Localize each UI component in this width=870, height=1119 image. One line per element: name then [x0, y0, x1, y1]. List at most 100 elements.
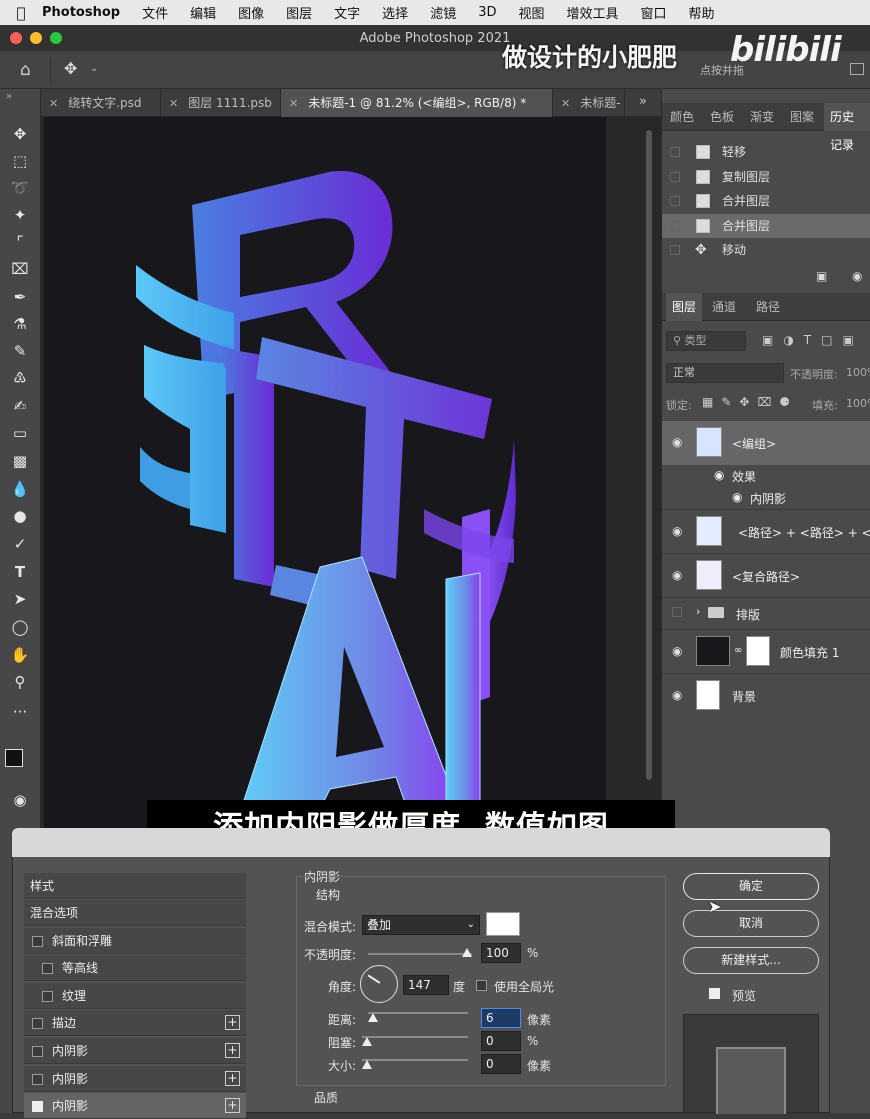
stamp-icon[interactable]: ♳ [8, 367, 32, 389]
menu-layer[interactable]: 图层 [286, 3, 312, 22]
history-item[interactable]: 轻移 [662, 140, 870, 164]
dodge-icon[interactable]: ● [8, 505, 32, 527]
layer-row-group[interactable]: ◉ <编组> [662, 421, 870, 465]
tab-document-active[interactable]: ✕ 未标题-1 @ 81.2% (<编组>, RGB/8) * [281, 89, 553, 117]
checkbox[interactable] [32, 1018, 43, 1029]
blend-mode-select[interactable]: 叠加 ⌄ [362, 915, 480, 935]
style-list-bevel-emboss[interactable]: 斜面和浮雕 [24, 928, 246, 954]
checkbox[interactable] [32, 1046, 43, 1057]
blur-icon[interactable]: 💧 [8, 478, 32, 500]
eyedropper-icon[interactable]: ✒ [8, 286, 32, 308]
checkbox-checked[interactable] [32, 1101, 43, 1112]
angle-dial[interactable] [360, 965, 398, 1003]
distance-field[interactable]: 6 [481, 1008, 521, 1028]
opacity-slider-knob[interactable] [462, 948, 472, 957]
new-snapshot-icon[interactable]: ▣ [816, 269, 827, 283]
lasso-icon[interactable]: ➰ [8, 177, 32, 199]
eye-icon[interactable]: ◉ [672, 644, 686, 658]
gradient-icon[interactable]: ▩ [8, 450, 32, 472]
healing-brush-icon[interactable]: ⚗ [8, 313, 32, 335]
menu-select[interactable]: 选择 [382, 3, 408, 22]
cancel-button[interactable]: 取消 [683, 910, 819, 937]
marquee-icon[interactable]: ⬚ [8, 150, 32, 172]
tab-history[interactable]: 历史记录 [824, 103, 870, 152]
style-list-inner-shadow[interactable]: 内阴影 + [24, 1038, 246, 1064]
choke-slider-knob[interactable] [362, 1037, 372, 1046]
style-list-inner-shadow[interactable]: 内阴影 + [24, 1066, 246, 1092]
tab-swatches[interactable]: 色板 [710, 103, 734, 131]
add-effect-icon[interactable]: + [225, 1015, 240, 1030]
menu-file[interactable]: 文件 [142, 3, 168, 22]
blend-mode-select[interactable]: 正常 [666, 363, 784, 383]
eye-icon[interactable]: ◉ [672, 688, 686, 702]
more-tools-icon[interactable]: ··· [8, 701, 32, 723]
layer-effect-inner-shadow[interactable]: ◉ 内阴影 [662, 487, 870, 509]
brush-icon[interactable]: ✎ [8, 340, 32, 362]
menu-type[interactable]: 文字 [334, 3, 360, 22]
style-list-styles[interactable]: 样式 [24, 873, 246, 899]
distance-slider-knob[interactable] [368, 1013, 378, 1022]
layer-row-paths[interactable]: ◉ <路径> + <路径> + <路径 [662, 509, 870, 553]
menu-filter[interactable]: 滤镜 [430, 3, 456, 22]
layer-filter-select[interactable]: ⚲ 类型 [666, 331, 746, 351]
tab-layers[interactable]: 图层 [666, 293, 703, 321]
distance-slider[interactable] [368, 1012, 468, 1014]
global-light-checkbox[interactable] [476, 980, 487, 991]
history-brush-icon[interactable]: ✍ [8, 395, 32, 417]
workspace-icon[interactable] [850, 63, 864, 75]
add-effect-icon[interactable]: + [225, 1071, 240, 1086]
shadow-color-swatch[interactable] [486, 912, 520, 936]
size-slider-knob[interactable] [362, 1060, 372, 1069]
foreground-color-swatch[interactable] [5, 749, 23, 767]
more-tabs-icon[interactable]: » [639, 94, 647, 109]
ellipse-icon[interactable]: ◯ [8, 616, 32, 638]
checkbox[interactable] [42, 963, 53, 974]
eye-icon[interactable]: ◉ [672, 568, 686, 582]
eraser-icon[interactable]: ▭ [8, 422, 32, 444]
eye-icon[interactable]: ◉ [672, 435, 686, 449]
eye-icon[interactable]: ◉ [714, 468, 724, 482]
tab-channels[interactable]: 通道 [712, 293, 736, 321]
chevron-right-icon[interactable]: › [696, 605, 700, 618]
close-tab-icon[interactable]: ✕ [49, 97, 58, 110]
hand-icon[interactable]: ✋ [8, 644, 32, 666]
quick-mask-icon[interactable]: ◉ [8, 789, 32, 811]
frame-icon[interactable]: ⌧ [8, 258, 32, 280]
tab-gradients[interactable]: 渐变 [750, 103, 774, 131]
angle-field[interactable]: 147 [403, 975, 449, 995]
history-item[interactable]: 合并图层 [662, 214, 870, 238]
preview-checkbox[interactable] [709, 988, 720, 999]
lock-icons[interactable]: ▦✎✥⌧⚈ [702, 395, 798, 409]
menu-3d[interactable]: 3D [478, 5, 496, 20]
style-list-inner-shadow-selected[interactable]: 内阴影 + [24, 1093, 246, 1119]
checkbox[interactable] [42, 991, 53, 1002]
layer-row-folder[interactable]: › 排版 [662, 597, 870, 629]
collapse-icon[interactable]: » [6, 91, 12, 102]
add-effect-icon[interactable]: + [225, 1043, 240, 1058]
tab-paths[interactable]: 路径 [756, 293, 780, 321]
magic-wand-icon[interactable]: ✦ [8, 204, 32, 226]
choke-slider[interactable] [362, 1036, 468, 1038]
type-tool-icon[interactable]: T [8, 561, 32, 583]
menu-image[interactable]: 图像 [238, 3, 264, 22]
ok-button[interactable]: 确定 [683, 873, 819, 900]
home-icon[interactable]: ⌂ [20, 60, 31, 80]
layer-effects-row[interactable]: ◉ 效果 [662, 465, 870, 487]
opacity-field[interactable]: 100 [481, 943, 521, 963]
tab-document-4[interactable]: ✕ 未标题- [553, 89, 625, 117]
path-selection-icon[interactable]: ➤ [8, 588, 32, 610]
checkbox[interactable] [32, 1074, 43, 1085]
history-item[interactable]: 复制图层 [662, 165, 870, 189]
opacity-field[interactable]: 100% [846, 366, 870, 379]
new-style-button[interactable]: 新建样式... [683, 947, 819, 974]
size-slider[interactable] [362, 1059, 468, 1061]
menu-window[interactable]: 窗口 [641, 3, 667, 22]
choke-field[interactable]: 0 [481, 1031, 521, 1051]
document-canvas[interactable] [44, 117, 606, 838]
history-item[interactable]: 合并图层 [662, 189, 870, 213]
opacity-slider[interactable] [368, 953, 472, 955]
visibility-box[interactable] [672, 607, 682, 617]
tab-color[interactable]: 颜色 [670, 103, 694, 131]
eye-icon[interactable]: ◉ [732, 490, 742, 504]
layer-filter-icons[interactable]: ▣◑T□▣ [762, 333, 864, 347]
